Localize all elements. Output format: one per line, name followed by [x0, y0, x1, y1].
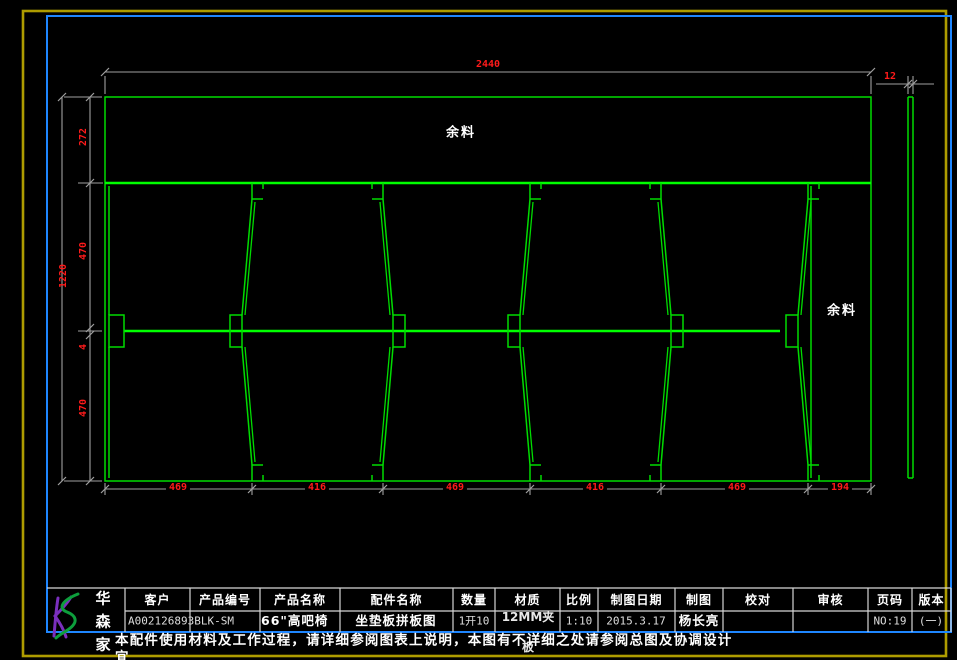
dim-left-1: 470: [78, 241, 89, 261]
dim-edge-strip: 12: [883, 71, 897, 82]
company-char-0: 华: [95, 589, 111, 608]
table-header-7: 制图日期: [610, 593, 663, 607]
page-value: NO:19: [873, 614, 907, 628]
material-line1: 12MM夹: [501, 610, 555, 624]
drawing-note-line2: 宜: [115, 649, 130, 660]
product-code-value: A002126893BLK-SM: [128, 614, 234, 628]
surplus-label-right: 余料: [826, 303, 858, 319]
dim-top-width: 2440: [475, 59, 501, 70]
product-name-value: 66"高吧椅: [261, 612, 329, 628]
table-header-9: 校对: [744, 593, 772, 607]
scale-value: 1:10: [565, 614, 593, 628]
dim-bottom-4: 469: [724, 483, 750, 493]
dim-bottom-1: 416: [304, 483, 330, 493]
quantity-value: 1开10: [458, 614, 490, 628]
panel-cutting-layout-drawing: [21, 9, 952, 658]
dim-bottom-5: 194: [827, 483, 853, 493]
dim-bottom-3: 416: [582, 483, 608, 493]
version-value: (一): [918, 614, 944, 628]
dim-left-0: 272: [78, 127, 89, 147]
table-header-12: 版本: [918, 593, 945, 607]
table-header-8: 制图: [685, 593, 713, 607]
company-char-1: 森: [95, 612, 111, 631]
dim-left-3: 470: [78, 398, 89, 418]
table-header-11: 页码: [876, 593, 904, 607]
dim-bottom-0: 469: [165, 483, 191, 493]
dim-left-2: 4: [78, 343, 89, 351]
surplus-label-top: 余料: [445, 125, 477, 141]
table-header-10: 审核: [817, 593, 844, 607]
table-header-2: 产品名称: [273, 593, 327, 607]
company-char-2: 家: [95, 635, 111, 654]
table-header-3: 配件名称: [370, 593, 423, 607]
table-header-1: 产品编号: [198, 593, 252, 607]
drafter-value: 杨长亮: [678, 612, 720, 628]
date-value: 2015.3.17: [606, 614, 666, 628]
table-header-4: 数量: [460, 593, 488, 607]
table-header-0: 客户: [144, 593, 171, 607]
drawing-note: 本配件使用材料及工作过程，请详细参阅图表上说明，本图有不详细之处请参阅总图及协调…: [115, 632, 733, 649]
dim-bottom-2: 469: [442, 483, 468, 493]
table-header-6: 比例: [565, 593, 593, 607]
part-name-value: 坐垫板拼板图: [355, 612, 437, 628]
cad-drawing-viewport: 余料 余料 2440 12 1220 272 470 4 470 469 416 469 4…: [0, 0, 957, 660]
dim-total-height: 1220: [58, 263, 69, 289]
